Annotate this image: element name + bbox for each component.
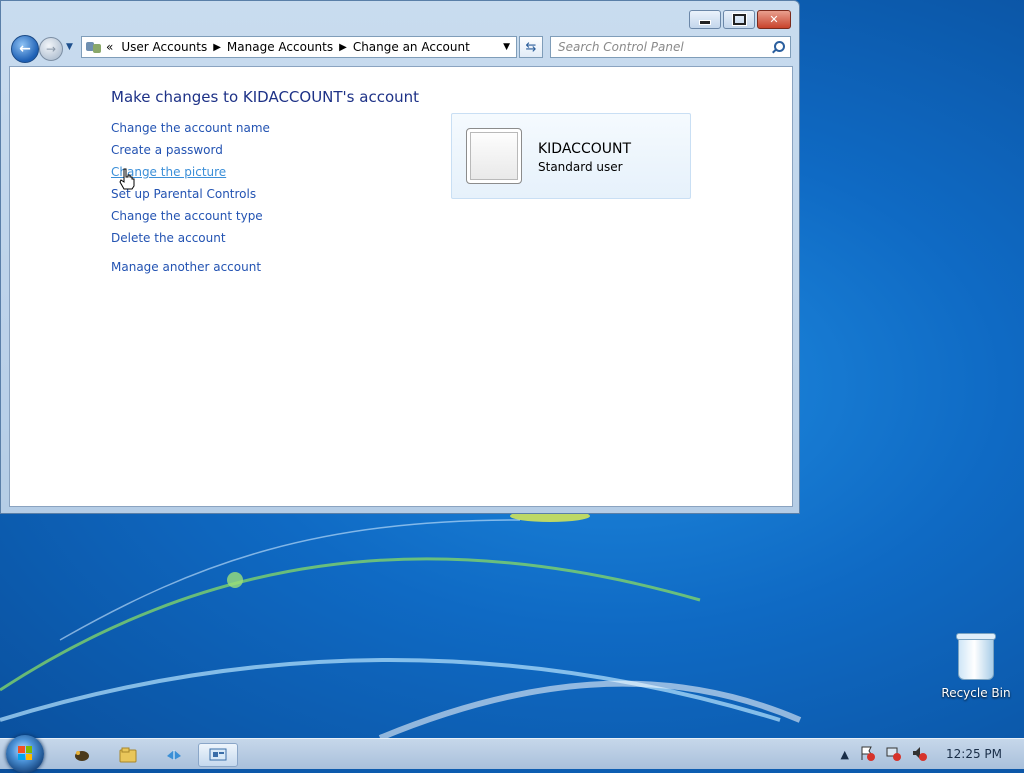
delete-account-link[interactable]: Delete the account bbox=[111, 231, 226, 245]
change-account-name-link[interactable]: Change the account name bbox=[111, 121, 270, 135]
back-button[interactable]: ← bbox=[11, 35, 39, 63]
taskbar-media-player-button[interactable] bbox=[62, 743, 102, 767]
hand-cursor-icon bbox=[119, 168, 135, 190]
account-name: KIDACCOUNT bbox=[538, 141, 632, 157]
search-box[interactable]: Search Control Panel bbox=[550, 36, 791, 58]
maximize-button[interactable] bbox=[723, 10, 755, 29]
control-panel-icon bbox=[209, 748, 227, 761]
minimize-button[interactable] bbox=[689, 10, 721, 29]
avatar bbox=[466, 128, 522, 184]
forward-button[interactable]: → bbox=[39, 37, 63, 61]
address-dropdown-icon[interactable]: ▼ bbox=[503, 42, 510, 52]
back-arrow-icon: ← bbox=[19, 41, 31, 57]
breadcrumb-change-account[interactable]: Change an Account bbox=[353, 40, 470, 54]
search-input[interactable]: Search Control Panel bbox=[551, 40, 772, 54]
action-center-flag-icon[interactable] bbox=[859, 745, 875, 764]
media-player-icon bbox=[75, 751, 89, 761]
start-button[interactable] bbox=[6, 735, 44, 773]
chevron-down-icon: ▼ bbox=[66, 42, 73, 52]
close-button[interactable]: ✕ bbox=[757, 10, 791, 29]
breadcrumb-user-accounts[interactable]: User Accounts bbox=[121, 40, 207, 54]
windows-logo-icon bbox=[18, 746, 32, 760]
minimize-icon bbox=[699, 20, 711, 25]
change-account-type-link[interactable]: Change the account type bbox=[111, 209, 263, 223]
volume-muted-icon[interactable] bbox=[911, 745, 927, 764]
search-icon[interactable] bbox=[772, 41, 785, 53]
desktop-icon-recycle-bin[interactable]: Recycle Bin bbox=[940, 633, 1012, 700]
control-panel-window: ✕ ← → ▼ « User Accounts ▶ Manage Account… bbox=[0, 0, 800, 514]
network-status-icon[interactable] bbox=[885, 745, 901, 764]
breadcrumb-manage-accounts[interactable]: Manage Accounts bbox=[227, 40, 333, 54]
manage-another-account-link[interactable]: Manage another account bbox=[111, 260, 261, 274]
desktop-icon-label: Recycle Bin bbox=[941, 686, 1011, 700]
create-password-link[interactable]: Create a password bbox=[111, 143, 223, 157]
chevron-right-icon[interactable]: ▶ bbox=[213, 42, 221, 53]
address-bar[interactable]: « User Accounts ▶ Manage Accounts ▶ Chan… bbox=[81, 36, 517, 58]
forward-arrow-icon: → bbox=[45, 42, 57, 56]
navigation-bar: ← → ▼ « User Accounts ▶ Manage Accounts … bbox=[9, 34, 793, 63]
page-title: Make changes to KIDACCOUNT's account bbox=[111, 88, 420, 106]
close-icon: ✕ bbox=[769, 13, 779, 26]
control-panel-icon bbox=[86, 40, 102, 54]
recent-pages-button[interactable]: ▼ bbox=[66, 42, 73, 52]
content-pane: Make changes to KIDACCOUNT's account Cha… bbox=[9, 66, 793, 507]
refresh-button[interactable]: ⇆ bbox=[519, 36, 543, 58]
taskbar-control-panel-button[interactable] bbox=[198, 743, 238, 767]
caption-buttons: ✕ bbox=[689, 10, 791, 29]
chevron-right-icon[interactable]: ▶ bbox=[339, 42, 347, 53]
taskbar-network-button[interactable] bbox=[154, 743, 194, 767]
account-card: KIDACCOUNT Standard user bbox=[451, 113, 691, 199]
show-hidden-icons-button[interactable]: ▲ bbox=[841, 748, 849, 761]
system-tray: ▲ 12:25 PM bbox=[836, 739, 1024, 769]
refresh-icon: ⇆ bbox=[525, 39, 537, 55]
taskbar-clock[interactable]: 12:25 PM bbox=[946, 747, 1002, 761]
taskbar-explorer-button[interactable] bbox=[108, 743, 148, 767]
maximize-icon bbox=[731, 13, 747, 26]
network-icon bbox=[167, 750, 181, 760]
explorer-icon bbox=[119, 747, 137, 763]
breadcrumb-overflow[interactable]: « bbox=[106, 40, 113, 54]
recycle-bin-icon bbox=[956, 633, 996, 680]
taskbar: ▲ 12:25 PM bbox=[0, 735, 1024, 773]
account-type: Standard user bbox=[538, 160, 623, 174]
